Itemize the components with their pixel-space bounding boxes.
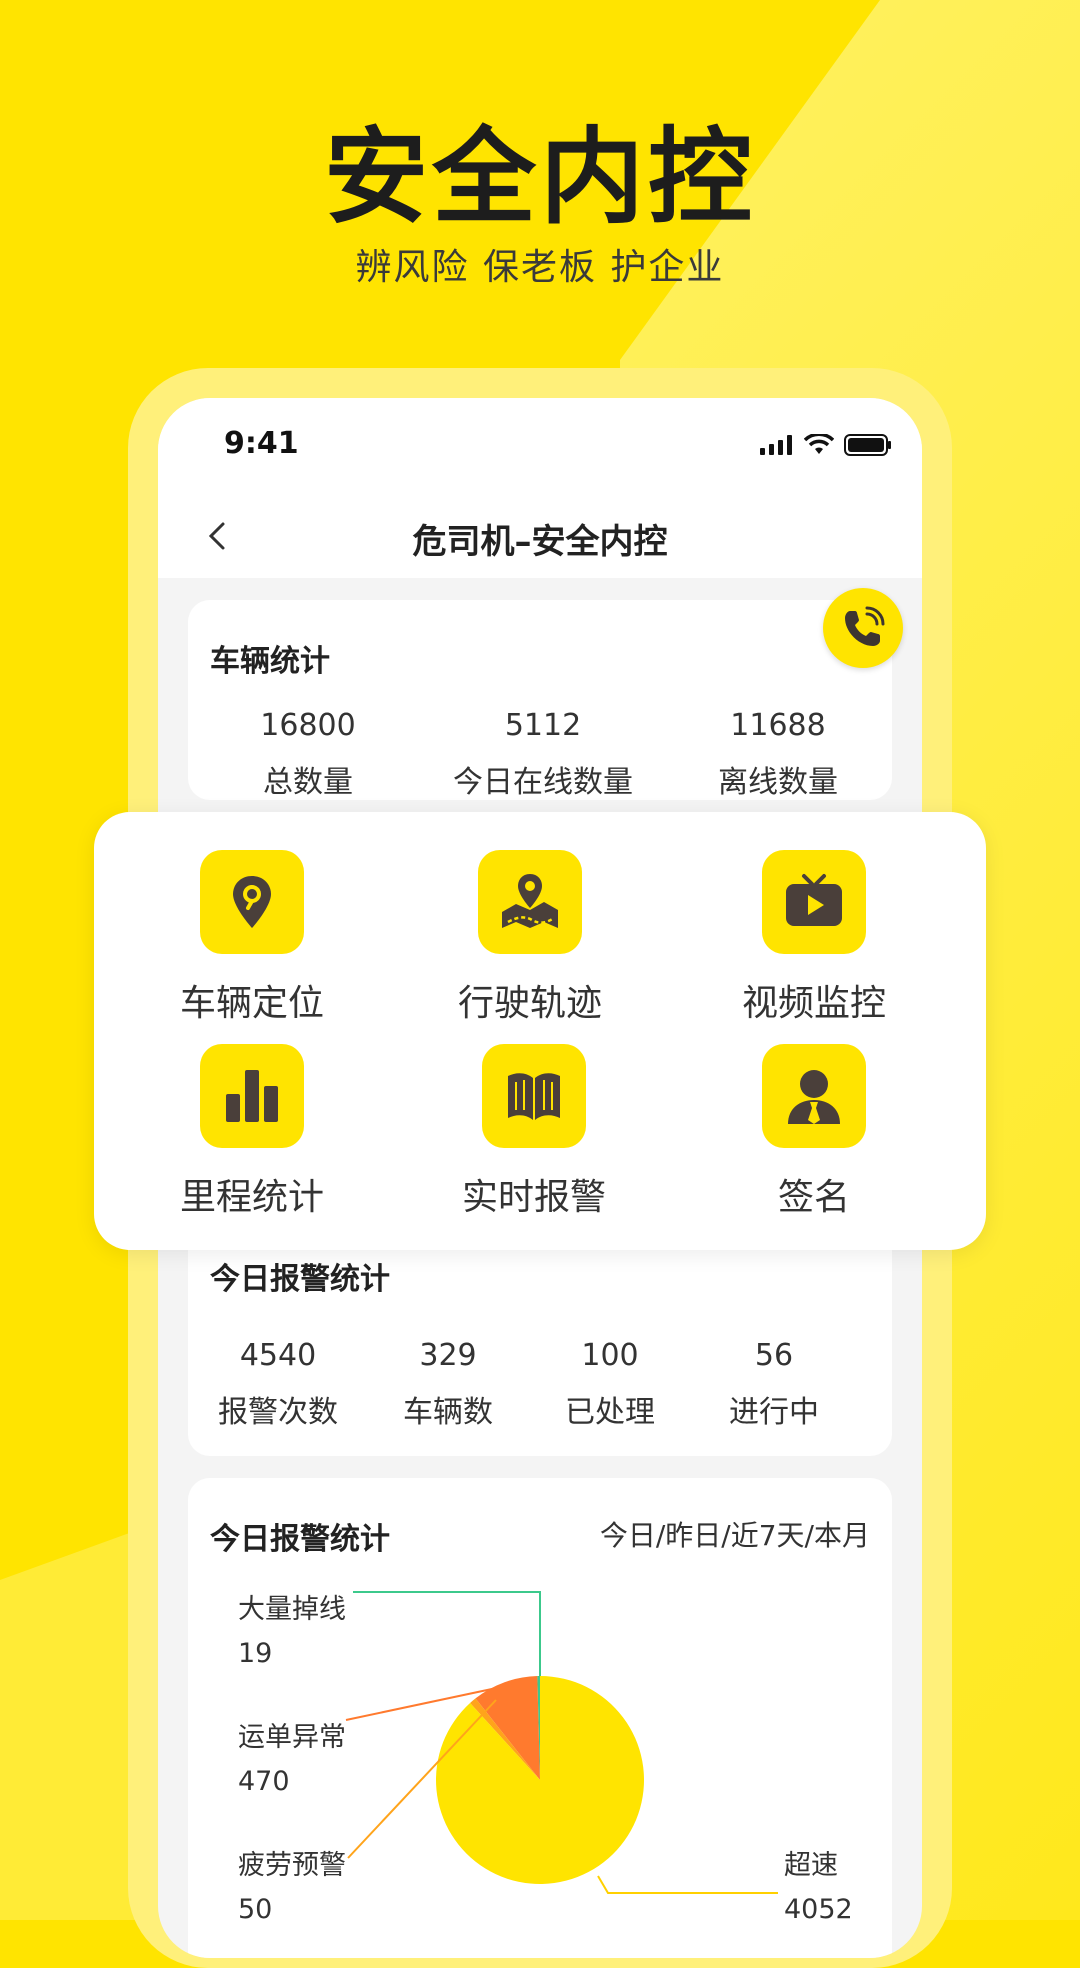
stat-vehicle-count: 329 车辆数 bbox=[378, 1338, 518, 1431]
pie-label-name: 大量掉线 bbox=[238, 1594, 346, 1625]
status-bar: 9:41 bbox=[158, 398, 922, 498]
pie-leader-line-3 bbox=[597, 1875, 778, 1894]
page-title: 危司机–安全内控 bbox=[412, 522, 668, 562]
book-icon bbox=[508, 1073, 560, 1120]
wifi-icon bbox=[804, 434, 834, 454]
pie-slice-3 bbox=[436, 1676, 644, 1884]
phone-call-icon bbox=[845, 606, 885, 646]
stat-value: 4540 bbox=[239, 1338, 317, 1373]
stat-label: 离线数量 bbox=[718, 765, 838, 800]
map-track-icon bbox=[502, 874, 558, 928]
pie-label-name: 超速 bbox=[784, 1850, 838, 1881]
pie-label-value: 19 bbox=[238, 1638, 273, 1669]
menu-icon-box bbox=[482, 1044, 586, 1148]
stat-alarm-count: 4540 报警次数 bbox=[208, 1338, 348, 1431]
menu-realtime-alarm[interactable]: 实时报警 bbox=[424, 1044, 644, 1220]
vehicle-stats-card: 车辆统计 16800 总数量 5112 今日在线数量 11688 离线数量 bbox=[188, 600, 892, 800]
stat-value: 11688 bbox=[730, 708, 826, 743]
stat-label: 总数量 bbox=[263, 765, 353, 800]
stat-value: 16800 bbox=[260, 708, 356, 743]
pie-label-name: 疲劳预警 bbox=[238, 1850, 346, 1881]
menu-label: 车辆定位 bbox=[179, 983, 324, 1024]
menu-icon-box bbox=[762, 1044, 866, 1148]
menu-vehicle-location[interactable]: 车辆定位 bbox=[142, 850, 362, 1026]
stat-label: 已处理 bbox=[565, 1395, 655, 1430]
hero-title: 安全内控 bbox=[323, 116, 756, 238]
stat-in-progress: 56 进行中 bbox=[704, 1338, 844, 1431]
stat-value: 329 bbox=[419, 1338, 477, 1373]
menu-label: 签名 bbox=[777, 1177, 850, 1218]
stat-label: 今日在线数量 bbox=[453, 765, 633, 800]
pie-label-drop: 大量掉线 19 bbox=[238, 1588, 346, 1676]
menu-icon-box bbox=[762, 850, 866, 954]
menu-video-monitor[interactable]: 视频监控 bbox=[704, 850, 924, 1026]
menu-label: 行驶轨迹 bbox=[457, 983, 602, 1024]
stat-value: 5112 bbox=[504, 708, 582, 743]
pie-label-speeding: 超速 4052 bbox=[784, 1844, 853, 1932]
signal-icon bbox=[760, 435, 792, 455]
pie-label-fatigue: 疲劳预警 50 bbox=[238, 1844, 346, 1932]
stat-value: 100 bbox=[581, 1338, 639, 1373]
status-time: 9:41 bbox=[224, 426, 299, 461]
time-range-selector[interactable]: 今日/昨日/近7天/本月 bbox=[600, 1514, 870, 1554]
stat-label: 进行中 bbox=[729, 1395, 819, 1430]
vehicle-stats-title: 车辆统计 bbox=[210, 644, 330, 679]
stat-label: 车辆数 bbox=[403, 1395, 493, 1430]
stat-processed: 100 已处理 bbox=[540, 1338, 680, 1431]
menu-icon-box bbox=[200, 850, 304, 954]
pie-label-value: 470 bbox=[238, 1766, 290, 1797]
pie-leader-line-0 bbox=[353, 1591, 541, 1676]
stat-total: 16800 总数量 bbox=[228, 708, 388, 801]
feature-menu: 车辆定位 行驶轨迹 视频监控 里程统计 实时报警 签名 bbox=[94, 812, 986, 1250]
alarm-stats-card: 今日报警统计 4540 报警次数 329 车辆数 100 已处理 56 进行中 bbox=[188, 1218, 892, 1456]
menu-icon-box bbox=[200, 1044, 304, 1148]
stat-online: 5112 今日在线数量 bbox=[428, 708, 658, 801]
tv-play-icon bbox=[786, 874, 842, 926]
alarm-chart-title: 今日报警统计 bbox=[210, 1522, 390, 1557]
pie-label-name: 运单异常 bbox=[238, 1722, 346, 1753]
call-button[interactable] bbox=[823, 588, 903, 668]
stat-label: 报警次数 bbox=[218, 1395, 338, 1430]
menu-signature[interactable]: 签名 bbox=[704, 1044, 924, 1220]
menu-icon-box bbox=[478, 850, 582, 954]
menu-label: 实时报警 bbox=[461, 1177, 606, 1218]
menu-mileage-stats[interactable]: 里程统计 bbox=[142, 1044, 362, 1220]
pie-label-waybill: 运单异常 470 bbox=[238, 1716, 346, 1804]
person-icon bbox=[788, 1070, 840, 1124]
alarm-chart-card: 今日报警统计 今日/昨日/近7天/本月 大量掉线 19 运单异常 470 疲劳预… bbox=[188, 1478, 892, 1958]
pie-label-value: 4052 bbox=[784, 1894, 853, 1925]
pie-label-value: 50 bbox=[238, 1894, 273, 1925]
menu-label: 里程统计 bbox=[179, 1177, 324, 1218]
nav-bar: 危司机–安全内控 bbox=[158, 498, 922, 578]
bar-chart-icon bbox=[226, 1070, 278, 1122]
menu-driving-track[interactable]: 行驶轨迹 bbox=[420, 850, 640, 1026]
stat-offline: 11688 离线数量 bbox=[688, 708, 868, 801]
menu-label: 视频监控 bbox=[741, 983, 886, 1024]
alarm-stats-title: 今日报警统计 bbox=[210, 1262, 390, 1297]
stat-value: 56 bbox=[754, 1338, 794, 1373]
hero-subtitle: 辨风险 保老板 护企业 bbox=[355, 247, 725, 288]
battery-icon bbox=[844, 434, 891, 456]
location-pin-icon bbox=[233, 876, 271, 928]
